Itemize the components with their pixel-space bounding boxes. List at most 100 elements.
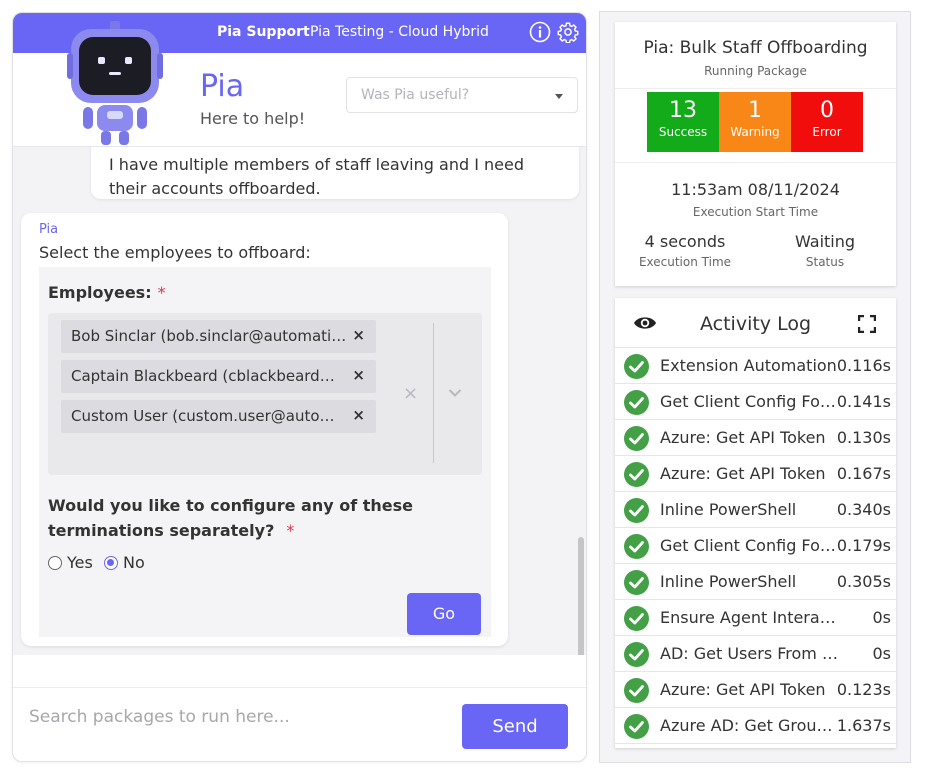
activity-step-name: AD: Get Users From … <box>660 644 838 663</box>
required-marker: * <box>286 521 295 540</box>
clear-all-icon[interactable]: × <box>403 383 418 404</box>
check-circle-icon <box>624 714 649 739</box>
fullscreen-icon[interactable] <box>858 315 876 333</box>
pia-support-link[interactable]: Pia Support <box>217 24 310 40</box>
check-circle-icon <box>624 642 649 667</box>
employee-chip-label: Custom User (custom.user@auto… <box>71 407 335 425</box>
success-counter: 13 Success <box>647 92 719 152</box>
employees-multiselect[interactable]: Bob Sinclar (bob.sinclar@automati… × Cap… <box>48 313 482 475</box>
execution-time-value: 4 seconds <box>644 232 726 251</box>
package-search-input[interactable] <box>29 702 449 732</box>
warning-count: 1 <box>748 98 762 123</box>
activity-step-duration: 1.637s <box>836 716 891 735</box>
radio-circle-selected[interactable] <box>104 556 118 570</box>
check-circle-icon <box>624 678 649 703</box>
user-message-text: I have multiple members of staff leaving… <box>109 155 524 198</box>
separate-config-question: Would you like to configure any of these… <box>48 496 414 540</box>
check-circle-icon <box>624 354 649 379</box>
radio-circle[interactable] <box>48 556 62 570</box>
chevron-down-icon[interactable] <box>448 388 462 398</box>
activity-log-row[interactable]: Extension Automation 0.116s <box>615 348 896 384</box>
user-message-bubble: I have multiple members of staff leaving… <box>91 147 579 199</box>
execution-time-label: Execution Time <box>638 255 732 269</box>
activity-step-name: Extension Automation <box>660 356 837 375</box>
activity-log-row[interactable]: Inline PowerShell 0.340s <box>615 492 896 528</box>
status-label: Status <box>805 255 845 269</box>
employee-chip-label: Captain Blackbeard (cblackbeard… <box>71 367 335 385</box>
execution-start-time: 11:53am 08/11/2024 <box>671 180 840 199</box>
execution-start-label: Execution Start Time <box>692 205 819 219</box>
activity-step-name: Azure: Get API Token <box>660 680 826 699</box>
info-circle-icon[interactable] <box>529 21 551 43</box>
activity-step-duration: 0.123s <box>836 680 891 699</box>
activity-log-card: Activity Log Extension Automation 0.116s G… <box>615 298 896 748</box>
activity-log-row[interactable]: Get Client Config For… 0.141s <box>615 384 896 420</box>
check-circle-icon <box>624 570 649 595</box>
activity-step-duration: 0.167s <box>836 464 891 483</box>
employee-chip: Bob Sinclar (bob.sinclar@automati… × <box>61 320 376 353</box>
bot-name: Pia <box>39 222 59 237</box>
status-value: Waiting <box>794 232 856 251</box>
check-circle-icon <box>624 426 649 451</box>
activity-step-name: Azure AD: Get Group… <box>660 716 840 735</box>
status-stat: Waiting Status <box>755 232 895 269</box>
activity-step-duration: 0.141s <box>836 392 891 411</box>
offboard-form: Employees: * Bob Sinclar (bob.sinclar@aut… <box>39 267 491 637</box>
package-status-card: Pia: Bulk Staff Offboarding Running Pack… <box>615 22 896 286</box>
employee-chip: Custom User (custom.user@auto… × <box>61 400 376 433</box>
tenant-name: Pia Testing - Cloud Hybrid <box>310 24 489 40</box>
activity-log-row[interactable]: Ensure Agent Interac… 0s <box>615 600 896 636</box>
chip-remove-icon[interactable]: × <box>352 366 365 384</box>
employees-label: Employees: * <box>48 283 166 302</box>
activity-step-name: Inline PowerShell <box>660 500 797 519</box>
feedback-placeholder: Was Pia useful? <box>361 87 470 103</box>
success-count: 13 <box>669 98 697 123</box>
required-marker: * <box>157 283 166 302</box>
composer: Send <box>13 687 586 761</box>
activity-step-name: Azure: Get API Token <box>660 464 826 483</box>
activity-log-row[interactable]: Azure: Get API Token 0.130s <box>615 420 896 456</box>
divider <box>615 88 896 89</box>
warning-counter: 1 Warning <box>719 92 791 152</box>
chat-panel: Pia Support Pia Testing - Cloud Hybrid P… <box>12 12 587 762</box>
activity-step-duration: 0s <box>872 608 891 627</box>
package-side-panel: Pia: Bulk Staff Offboarding Running Pack… <box>599 11 911 763</box>
activity-log-row[interactable]: Azure: Get API Token 0.167s <box>615 456 896 492</box>
activity-log-row[interactable]: Inline PowerShell 0.305s <box>615 564 896 600</box>
feedback-dropdown[interactable]: Was Pia useful? <box>346 77 578 113</box>
go-button[interactable]: Go <box>407 593 481 635</box>
activity-log-row[interactable]: Azure: Get API Token 0.123s <box>615 672 896 708</box>
messages-scrollbar[interactable] <box>578 537 584 655</box>
execution-time-stat: 4 seconds Execution Time <box>615 232 755 269</box>
activity-step-name: Get Client Config For… <box>660 392 840 411</box>
success-label: Success <box>658 125 708 139</box>
radio-no[interactable]: No <box>104 553 145 572</box>
divider <box>615 162 896 163</box>
activity-step-name: Ensure Agent Interac… <box>660 608 840 627</box>
chip-remove-icon[interactable]: × <box>352 406 365 424</box>
activity-log-row[interactable]: Get Client Config For… 0.179s <box>615 528 896 564</box>
message-list[interactable]: I have multiple members of staff leaving… <box>13 147 586 655</box>
package-title: Pia: Bulk Staff Offboarding <box>643 38 868 58</box>
error-label: Error <box>812 125 842 139</box>
activity-log-title: Activity Log <box>699 313 812 335</box>
chip-remove-icon[interactable]: × <box>352 326 365 344</box>
gear-icon[interactable] <box>557 21 579 43</box>
warning-label: Warning <box>730 125 780 139</box>
brand-tagline: Here to help! <box>200 109 306 128</box>
activity-log-row[interactable]: AD: Get Users From … 0s <box>615 636 896 672</box>
error-count: 0 <box>820 98 834 123</box>
check-circle-icon <box>624 462 649 487</box>
activity-step-duration: 0.130s <box>836 428 891 447</box>
brand-title: Pia <box>200 69 245 104</box>
activity-step-duration: 0.116s <box>836 356 891 375</box>
radio-yes[interactable]: Yes <box>48 553 93 572</box>
send-button[interactable]: Send <box>462 704 568 749</box>
bot-prompt: Select the employees to offboard: <box>39 243 311 262</box>
check-circle-icon <box>624 534 649 559</box>
activity-step-duration: 0.340s <box>836 500 891 519</box>
package-subtitle: Running Package <box>704 64 807 78</box>
activity-log-row[interactable]: Azure AD: Get Group… 1.637s <box>615 708 896 744</box>
activity-log-header: Activity Log <box>615 298 896 348</box>
activity-step-duration: 0.179s <box>836 536 891 555</box>
